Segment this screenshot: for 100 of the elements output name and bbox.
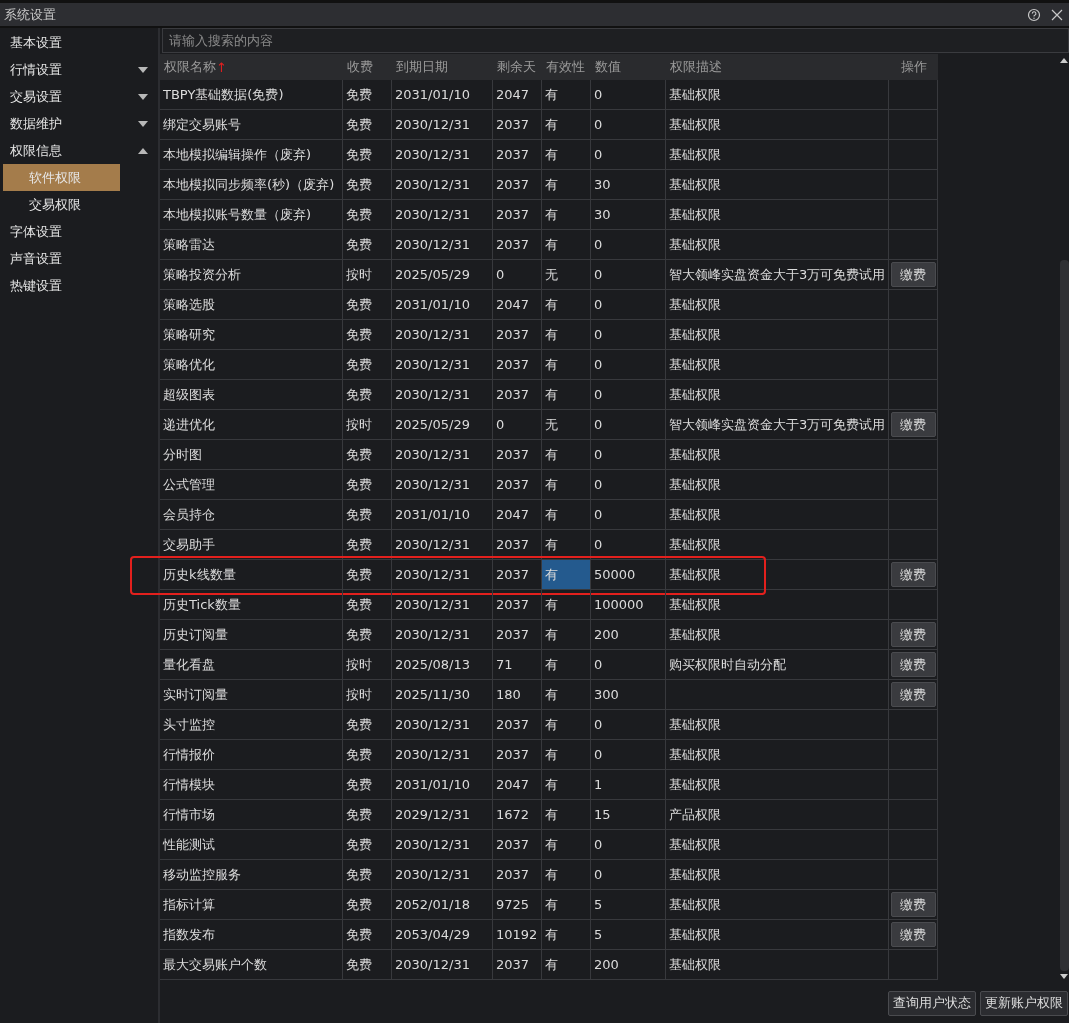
table-cell: 产品权限 (666, 800, 889, 829)
table-cell: 基础权限 (666, 530, 889, 559)
table-cell: 基础权限 (666, 620, 889, 649)
column-header[interactable]: 有效性 (542, 54, 591, 80)
sidebar-item[interactable]: 字体设置 (0, 218, 154, 245)
table-cell: 有 (542, 620, 591, 649)
scroll-up-icon[interactable] (1060, 58, 1068, 63)
pay-button[interactable]: 缴费 (890, 682, 936, 707)
table-cell: 基础权限 (666, 920, 889, 949)
table-cell: 交易助手 (160, 530, 343, 559)
sidebar-item[interactable]: 声音设置 (0, 245, 154, 272)
table-cell: 0 (591, 710, 666, 739)
table-cell: 2037 (493, 110, 542, 139)
table-cell: 智大领峰实盘资金大于3万可免费试用 (666, 260, 889, 289)
table-cell: 基础权限 (666, 440, 889, 469)
table-cell: 2030/12/31 (392, 380, 493, 409)
column-header[interactable]: 剩余天 (493, 54, 542, 80)
table-cell: 5 (591, 920, 666, 949)
table-cell: 0 (591, 290, 666, 319)
table-cell: 本地模拟账号数量（废弃) (160, 200, 343, 229)
table-cell: 2025/11/30 (392, 680, 493, 709)
table-cell: 2037 (493, 380, 542, 409)
pay-button[interactable]: 缴费 (890, 262, 936, 287)
table-cell: 有 (542, 830, 591, 859)
sidebar-item[interactable]: 热键设置 (0, 272, 154, 299)
pay-button[interactable]: 缴费 (890, 892, 936, 917)
help-icon[interactable] (1027, 7, 1041, 22)
table-cell: 有 (542, 320, 591, 349)
sidebar-item[interactable]: 基本设置 (0, 29, 154, 56)
table-cell: 有 (542, 170, 591, 199)
table-cell: 0 (591, 140, 666, 169)
table-cell: 0 (591, 110, 666, 139)
pay-button[interactable]: 缴费 (890, 922, 936, 947)
table-cell: 0 (591, 500, 666, 529)
pay-button[interactable]: 缴费 (890, 412, 936, 437)
sidebar-item[interactable]: 交易设置 (0, 83, 154, 110)
table-cell: 2037 (493, 590, 542, 619)
table-cell: 免费 (343, 230, 392, 259)
table-cell: 免费 (343, 560, 392, 589)
pay-button[interactable]: 缴费 (890, 652, 936, 677)
column-header[interactable]: 操作 (889, 54, 938, 80)
table-cell: 有 (542, 380, 591, 409)
table-cell: 2025/08/13 (392, 650, 493, 679)
table-cell: 2030/12/31 (392, 620, 493, 649)
column-header[interactable]: 权限名称↑ (160, 54, 343, 80)
table-cell: 绑定交易账号 (160, 110, 343, 139)
pay-button[interactable]: 缴费 (890, 622, 936, 647)
caret-icon (138, 120, 148, 127)
footer-button[interactable]: 查询用户状态 (888, 990, 976, 1016)
table-cell: 基础权限 (666, 830, 889, 859)
table-cell: 0 (591, 650, 666, 679)
sidebar-item[interactable]: 行情设置 (0, 56, 154, 83)
table-cell: 2052/01/18 (392, 890, 493, 919)
table-cell: 有 (542, 140, 591, 169)
table-cell: 行情模块 (160, 770, 343, 799)
table-cell: 0 (591, 350, 666, 379)
table-cell: 基础权限 (666, 140, 889, 169)
table-cell: 2030/12/31 (392, 710, 493, 739)
table-cell: 0 (591, 530, 666, 559)
table-cell: 0 (591, 440, 666, 469)
table-cell: 基础权限 (666, 560, 889, 589)
table-cell: 有 (542, 200, 591, 229)
table-cell: 71 (493, 650, 542, 679)
footer-button[interactable]: 更新账户权限 (980, 990, 1068, 1016)
column-header[interactable]: 到期日期 (392, 54, 493, 80)
sidebar-item[interactable]: 权限信息 (0, 137, 154, 164)
table-cell: 策略选股 (160, 290, 343, 319)
table-cell: 2037 (493, 320, 542, 349)
table-cell: 智大领峰实盘资金大于3万可免费试用 (666, 410, 889, 439)
scroll-down-icon[interactable] (1060, 974, 1068, 979)
table-cell: 2030/12/31 (392, 590, 493, 619)
column-header[interactable]: 数值 (591, 54, 666, 80)
table-cell: 最大交易账户个数 (160, 950, 343, 979)
column-header[interactable]: 权限描述 (666, 54, 889, 80)
table-cell: 行情市场 (160, 800, 343, 829)
table-cell: 30 (591, 200, 666, 229)
pay-button[interactable]: 缴费 (890, 562, 936, 587)
search-field[interactable]: 请输入搜索的内容 (162, 28, 1069, 53)
table-cell: 有 (542, 710, 591, 739)
table-cell: 免费 (343, 140, 392, 169)
table-cell: 历史Tick数量 (160, 590, 343, 619)
table-cell: 免费 (343, 290, 392, 319)
table-cell: 有 (542, 110, 591, 139)
table-cell: 免费 (343, 320, 392, 349)
table-cell: 2025/05/29 (392, 260, 493, 289)
table-cell: 2025/05/29 (392, 410, 493, 439)
table-cell: 2031/01/10 (392, 770, 493, 799)
table-cell: 2031/01/10 (392, 290, 493, 319)
table-cell: 会员持仓 (160, 500, 343, 529)
column-header[interactable]: 收费 (343, 54, 392, 80)
table-cell: 有 (542, 680, 591, 709)
table-cell: 2037 (493, 170, 542, 199)
table-cell: 2031/01/10 (392, 80, 493, 109)
table-cell: 有 (542, 860, 591, 889)
table-cell: 5 (591, 890, 666, 919)
close-icon[interactable] (1051, 8, 1063, 21)
table-cell: 按时 (343, 650, 392, 679)
table-cell: TBPY基础数据(免费) (160, 80, 343, 109)
sidebar-item[interactable]: 数据维护 (0, 110, 154, 137)
sidebar-item[interactable]: 交易权限 (3, 191, 120, 218)
